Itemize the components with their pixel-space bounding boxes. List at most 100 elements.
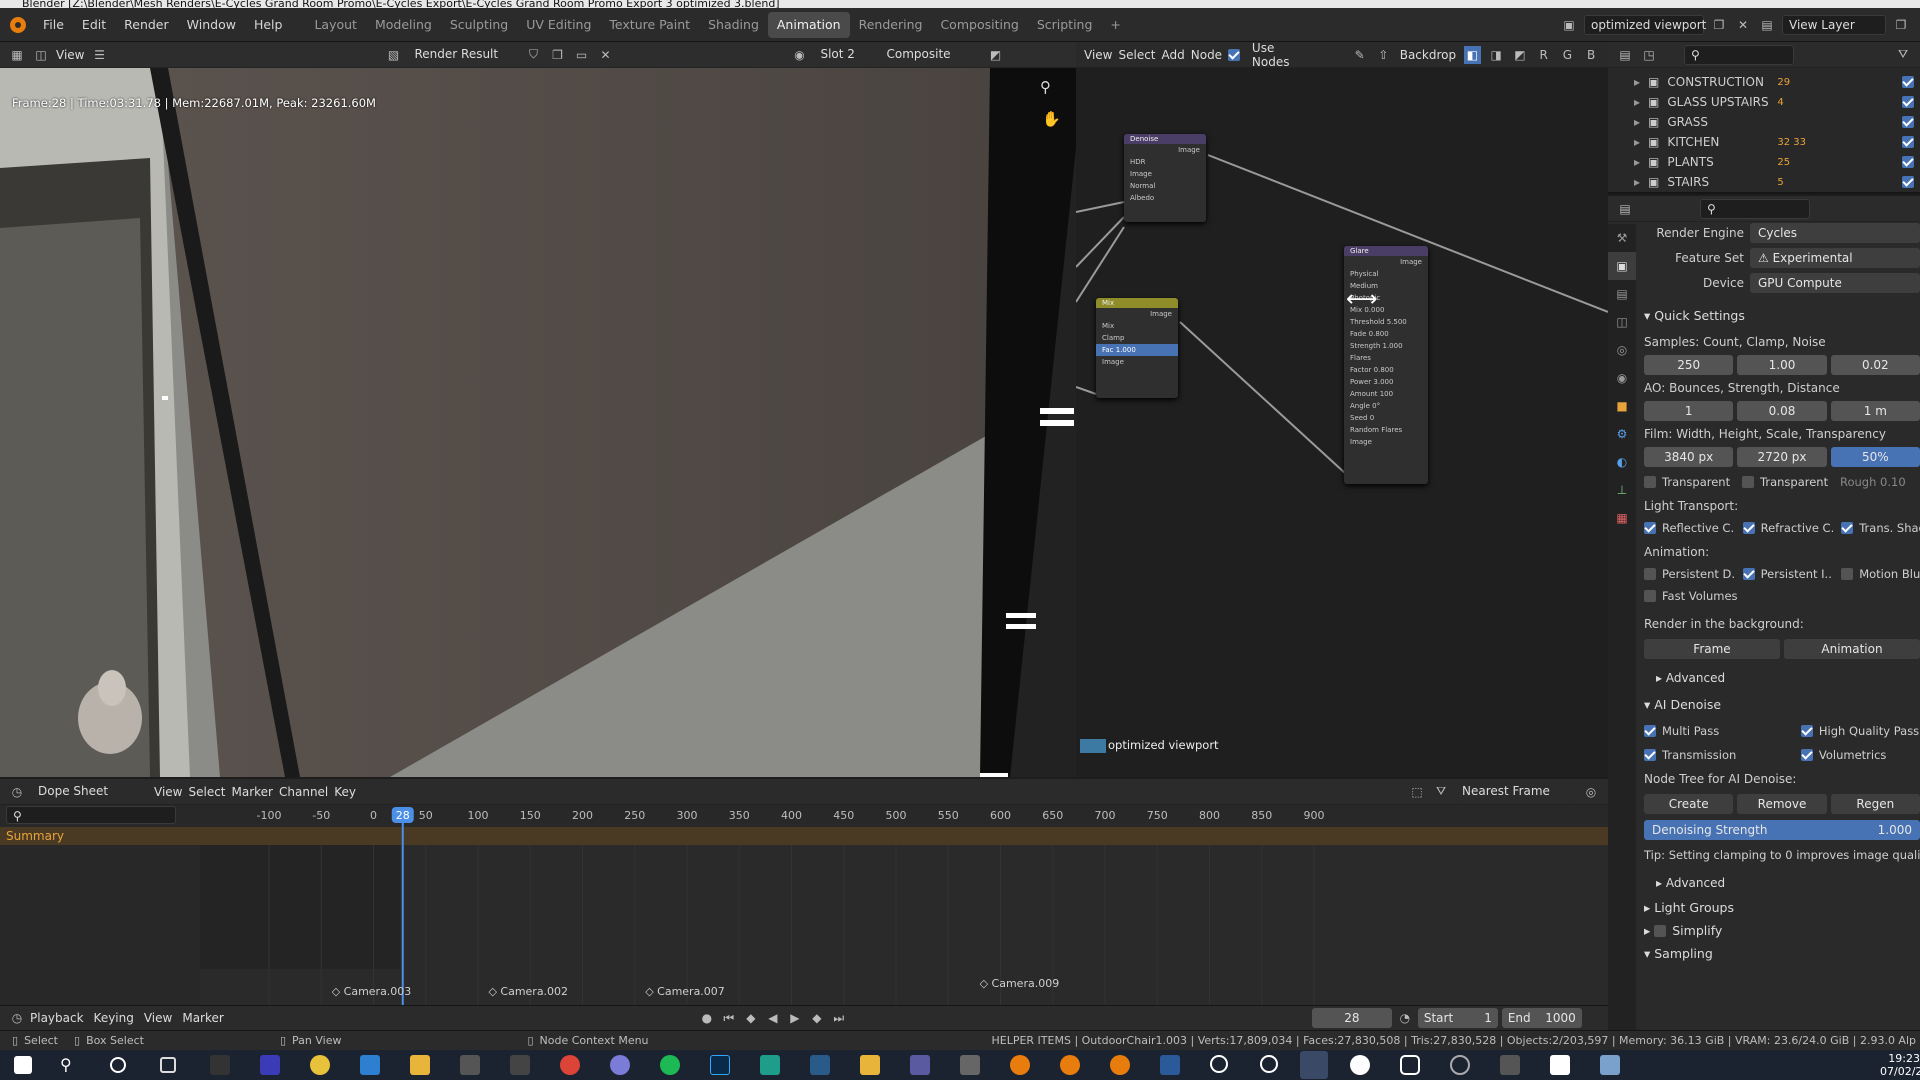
dope-marker-menu[interactable]: Marker <box>232 785 273 799</box>
film-height-field[interactable]: 2720 px <box>1737 447 1827 467</box>
view-layer-tab-icon[interactable]: ◫ <box>1608 308 1636 336</box>
cortana-icon[interactable] <box>110 1057 126 1073</box>
list-item[interactable]: ▸ ▣ STAIRS 5 <box>1608 172 1920 192</box>
proportional-icon[interactable]: ◎ <box>1582 783 1600 801</box>
keying-menu[interactable]: Keying <box>94 1011 134 1025</box>
denoising-strength-slider[interactable]: Denoising Strength 1.000 <box>1644 820 1920 840</box>
camera-marker[interactable]: ◇ Camera.002 <box>488 985 568 998</box>
timeline-marker-menu[interactable]: Marker <box>182 1011 223 1025</box>
tab-sculpting[interactable]: Sculpting <box>441 12 517 38</box>
outliner-search-input[interactable]: ⚲ <box>1684 44 1794 65</box>
sampling-panel[interactable]: ▾ Sampling <box>1644 946 1920 961</box>
render-result-image[interactable]: Frame:28 | Time:03:31.78 | Mem:22687.01M… <box>0 68 1076 777</box>
filter-icon[interactable]: ⛛ <box>1432 783 1450 801</box>
filter-icon[interactable]: ⛛ <box>1894 46 1912 64</box>
app-icon[interactable] <box>310 1055 330 1075</box>
persistent-images-checkbox[interactable]: Persistent I... <box>1742 567 1833 581</box>
film-width-field[interactable]: 3840 px <box>1644 447 1734 467</box>
advanced-subpanel-2[interactable]: ▸ Advanced <box>1644 876 1920 890</box>
render-engine-select[interactable]: Cycles <box>1750 223 1920 243</box>
timeline-editor-icon[interactable]: ◷ <box>8 1009 26 1027</box>
transmission-checkbox[interactable]: Transmission <box>1644 748 1793 762</box>
glare-random-flares[interactable]: Random Flares <box>1344 424 1428 436</box>
list-item[interactable]: ▸ ▣ PLANTS 25 <box>1608 152 1920 172</box>
list-item[interactable]: ▸ ▣ GLASS UPSTAIRS 4 <box>1608 92 1920 112</box>
mix-row-blend[interactable]: Mix <box>1096 320 1178 332</box>
remove-node-tree-button[interactable]: Remove <box>1737 794 1827 814</box>
blender-icon[interactable] <box>1010 1055 1030 1075</box>
channel-search-input[interactable]: ⚲ <box>6 806 176 824</box>
multi-pass-checkbox[interactable]: Multi Pass <box>1644 724 1793 738</box>
create-node-tree-button[interactable]: Create <box>1644 794 1734 814</box>
app-icon[interactable] <box>1600 1055 1620 1075</box>
chrome-icon[interactable] <box>560 1055 580 1075</box>
jump-end-icon[interactable]: ⏭ <box>830 1009 848 1027</box>
only-selected-icon[interactable]: ⬚ <box>1408 783 1426 801</box>
high-quality-pass-checkbox[interactable]: High Quality Pass <box>1800 724 1920 738</box>
app-icon[interactable] <box>1210 1055 1228 1073</box>
task-view-icon[interactable] <box>160 1057 176 1073</box>
display-channels-icon[interactable]: ◉ <box>790 46 808 64</box>
transparent-checkbox[interactable]: Transparent <box>1644 475 1734 489</box>
viewer-node[interactable] <box>1080 739 1106 753</box>
rough-field[interactable]: Rough 0.10 <box>1840 475 1920 489</box>
glare-factor[interactable]: Factor 0.800 <box>1344 364 1428 376</box>
exclude-checkbox[interactable] <box>1902 76 1914 88</box>
render-pass-select[interactable]: Composite <box>880 44 981 65</box>
menu-help[interactable]: Help <box>245 8 292 42</box>
exclude-checkbox[interactable] <box>1902 176 1914 188</box>
advanced-subpanel[interactable]: ▸ Advanced <box>1644 671 1920 685</box>
record-icon[interactable]: ● <box>698 1009 716 1027</box>
fast-volumes-checkbox[interactable]: Fast Volumes <box>1644 589 1920 603</box>
blender-logo-icon[interactable] <box>10 16 26 33</box>
app-icon[interactable] <box>1350 1055 1370 1075</box>
scene-tab-icon[interactable]: ◎ <box>1608 336 1636 364</box>
app-icon[interactable] <box>1260 1055 1278 1073</box>
menu-file[interactable]: File <box>34 8 73 42</box>
constraint-tab-icon[interactable]: ⊥ <box>1608 476 1636 504</box>
light-groups-panel[interactable]: ▸ Light Groups <box>1644 900 1920 915</box>
render-tab-icon[interactable]: ▣ <box>1608 252 1636 280</box>
render-animation-button[interactable]: Animation <box>1784 639 1920 659</box>
volumetrics-checkbox[interactable]: Volumetrics <box>1800 748 1920 762</box>
app-icon[interactable] <box>760 1055 780 1075</box>
tab-animation[interactable]: Animation <box>767 11 850 38</box>
mix-row-clamp[interactable]: Clamp <box>1096 332 1178 344</box>
system-clock[interactable]: 19:23 07/02/20 <box>1880 1052 1920 1078</box>
jump-start-icon[interactable]: ⏮ <box>720 1009 738 1027</box>
scene-field[interactable]: optimized viewport <box>1584 14 1706 35</box>
denoise-node[interactable]: Denoise Image HDR Image Normal Albedo <box>1124 134 1206 222</box>
search-icon[interactable]: ⚲ <box>60 1055 80 1075</box>
exclude-checkbox[interactable] <box>1902 116 1914 128</box>
prev-keyframe-icon[interactable]: ◆ <box>742 1009 760 1027</box>
reflective-caustics-checkbox[interactable]: Reflective C... <box>1644 521 1735 535</box>
menu-hamburger-icon[interactable]: ☰ <box>90 46 108 64</box>
tab-scripting[interactable]: Scripting <box>1028 12 1102 38</box>
glare-power[interactable]: Power 3.000 <box>1344 376 1428 388</box>
mix-node[interactable]: Mix Image Mix Clamp Fac 1.000 Image <box>1096 298 1178 398</box>
spotify-icon[interactable] <box>660 1055 680 1075</box>
channel-search[interactable]: ⚲ <box>0 805 200 825</box>
camera-marker[interactable]: ◇ Camera.009 <box>980 977 1060 990</box>
app-icon[interactable] <box>360 1055 380 1075</box>
glare-angle[interactable]: Angle 0° <box>1344 400 1428 412</box>
duplicate-image-icon[interactable]: ❐ <box>548 46 566 64</box>
end-frame-field[interactable]: End 1000 <box>1501 1008 1582 1028</box>
tab-layout[interactable]: Layout <box>305 12 366 38</box>
exclude-checkbox[interactable] <box>1902 96 1914 108</box>
app-icon[interactable] <box>1160 1055 1180 1075</box>
playback-menu[interactable]: Playback <box>30 1011 84 1025</box>
trans-shadow-checkbox[interactable]: Trans. Shado <box>1841 521 1920 535</box>
scene-icon[interactable]: ▣ <box>1560 16 1578 34</box>
world-tab-icon[interactable]: ◉ <box>1608 364 1636 392</box>
tab-compositing[interactable]: Compositing <box>931 12 1027 38</box>
camera-marker[interactable]: ◇ Camera.007 <box>645 985 725 998</box>
frame-ruler[interactable]: -100 -50 0 50 100 150 200 250 300 350 400 450 500 550… <box>200 805 1608 1005</box>
tab-uv-editing[interactable]: UV Editing <box>517 12 600 38</box>
object-tab-icon[interactable]: ■ <box>1608 392 1636 420</box>
view-mode-icon[interactable]: ◫ <box>32 46 50 64</box>
motion-blur-checkbox[interactable]: Motion Blur <box>1841 567 1920 581</box>
ao-bounces-field[interactable]: 1 <box>1644 401 1734 421</box>
glare-threshold[interactable]: Threshold 5.500 <box>1344 316 1428 328</box>
display-mode-icon[interactable]: ◳ <box>1640 46 1658 64</box>
